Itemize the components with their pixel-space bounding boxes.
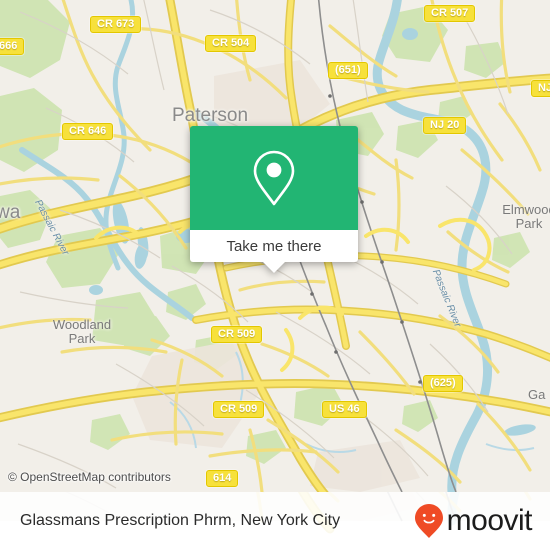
road-shield-cr-504[interactable]: CR 504 <box>205 35 257 52</box>
road-shield-nj-20[interactable]: NJ 20 <box>423 117 467 134</box>
road-shield-nj[interactable]: NJ <box>531 80 550 97</box>
footer-bar: Glassmans Prescription Phrm, New York Ci… <box>0 492 550 550</box>
road-shield-cr-509-upper[interactable]: CR 509 <box>211 326 263 343</box>
road-shield-cr-673[interactable]: CR 673 <box>90 16 142 33</box>
moovit-logo[interactable]: moovit <box>414 503 533 539</box>
take-me-there-label: Take me there <box>226 237 322 255</box>
map-pin-icon <box>253 150 295 206</box>
map-page: Paterson wa WoodlandPark ElmwoodPark Ga … <box>0 0 550 550</box>
info-card-pointer <box>263 262 285 273</box>
road-shield-651[interactable]: (651) <box>328 62 368 79</box>
road-shield-us-46[interactable]: US 46 <box>322 401 367 418</box>
map-canvas[interactable]: Paterson wa WoodlandPark ElmwoodPark Ga … <box>0 0 550 492</box>
place-title: Glassmans Prescription Phrm, New York Ci… <box>20 512 341 529</box>
location-info-card[interactable]: Take me there <box>190 126 358 273</box>
osm-attribution[interactable]: © OpenStreetMap contributors <box>8 470 171 484</box>
road-shield-cr-507[interactable]: CR 507 <box>424 5 476 22</box>
road-shield-cr-646[interactable]: CR 646 <box>62 123 114 140</box>
road-shield-614[interactable]: 614 <box>206 470 239 487</box>
moovit-wordmark: moovit <box>446 504 533 537</box>
road-shield-625[interactable]: (625) <box>423 375 463 392</box>
moovit-pin-smiley-icon <box>414 504 443 538</box>
road-shield-cr-509-lower[interactable]: CR 509 <box>213 401 265 418</box>
take-me-there-button[interactable]: Take me there <box>190 230 358 262</box>
road-shield-666[interactable]: 666 <box>0 38 25 55</box>
info-card-icon-area <box>190 126 358 230</box>
